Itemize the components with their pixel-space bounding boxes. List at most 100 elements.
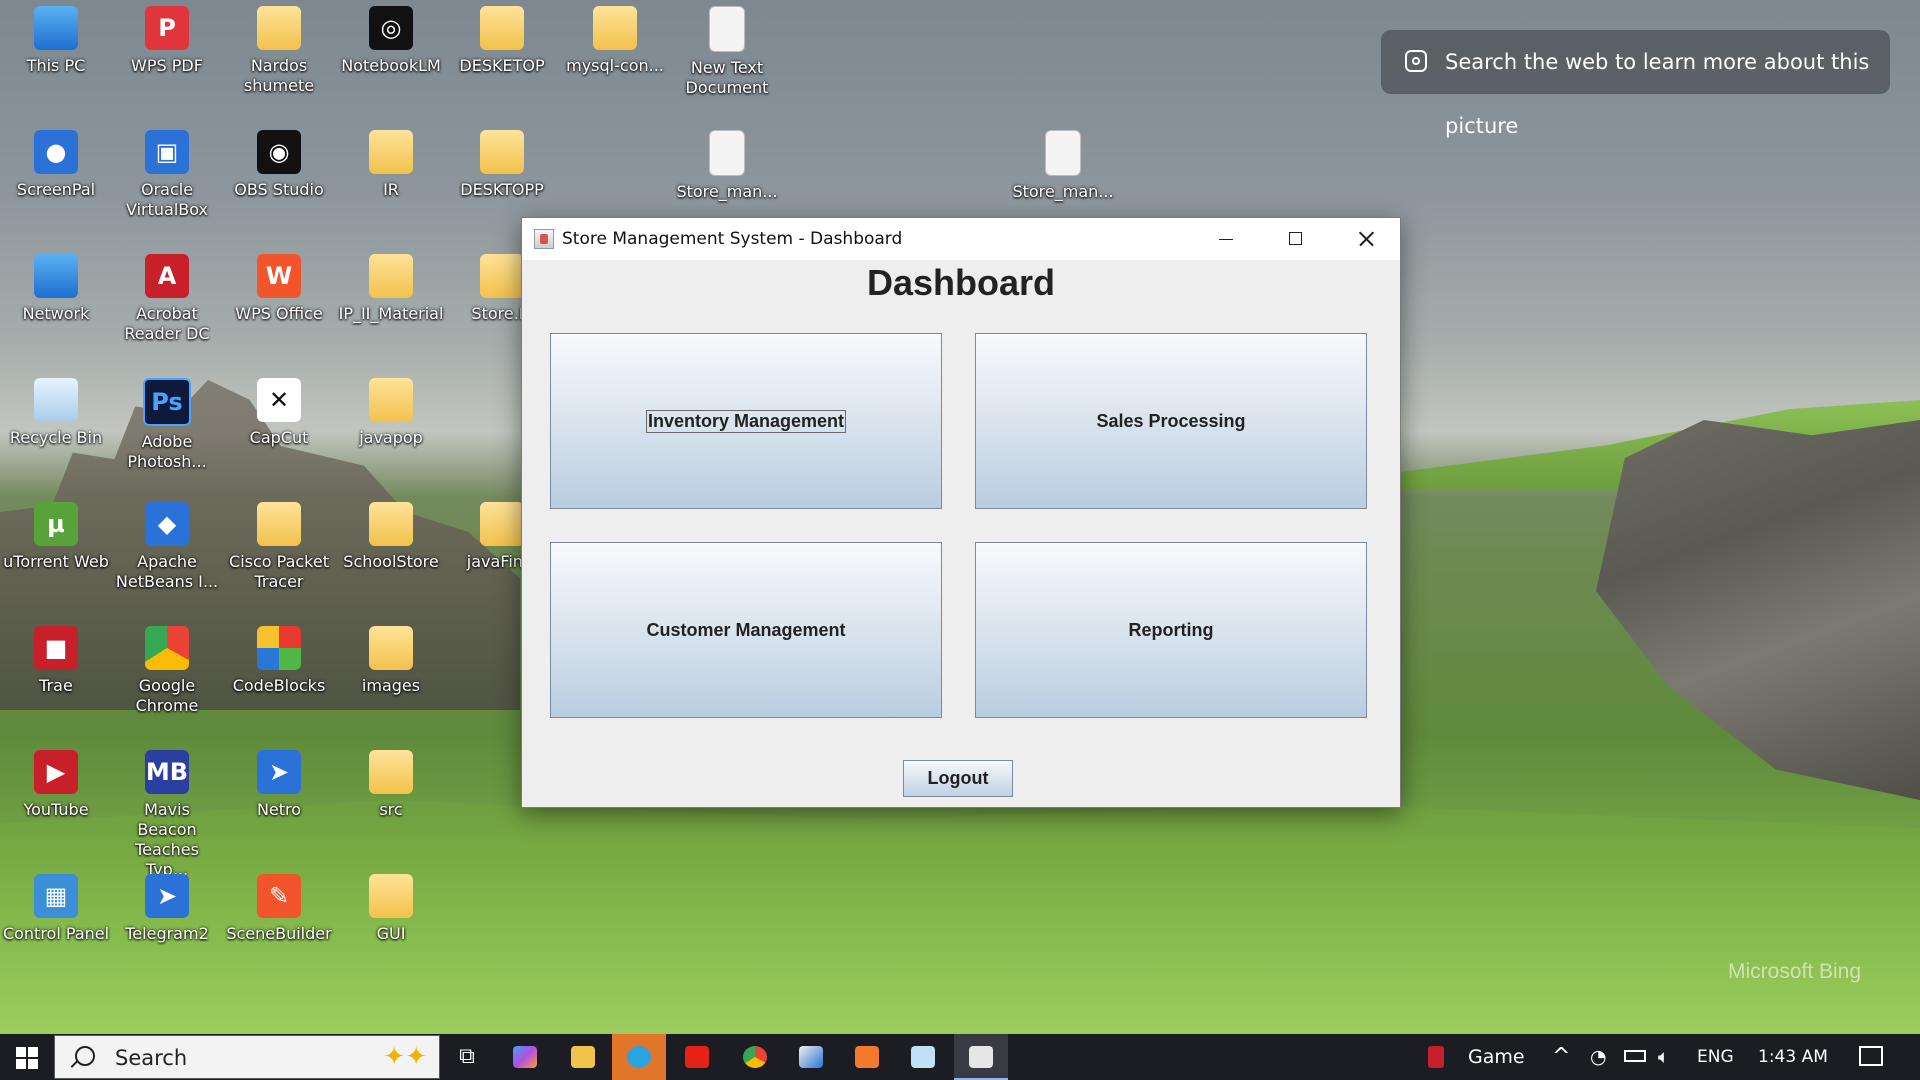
desktop-icon-new-text-document[interactable]: New Text Document bbox=[673, 2, 781, 98]
acrobat-icon: A bbox=[145, 254, 189, 298]
logout-button[interactable]: Logout bbox=[903, 760, 1013, 797]
sales-processing-button[interactable]: Sales Processing bbox=[975, 333, 1367, 509]
desktop-icon-cisco[interactable]: Cisco Packet Tracer bbox=[225, 498, 333, 592]
network-icon bbox=[34, 254, 78, 298]
desktop-icon-obs[interactable]: ◉ OBS Studio bbox=[225, 126, 333, 200]
visual-search-pill[interactable]: Search the web to learn more about this … bbox=[1381, 30, 1890, 138]
screenpal-icon: ● bbox=[34, 130, 78, 174]
close-button[interactable] bbox=[1330, 218, 1400, 260]
youtube-icon bbox=[685, 1046, 709, 1068]
desktop-icon-schoolstore[interactable]: SchoolStore bbox=[337, 498, 445, 572]
volume-icon[interactable]: 🔈︎ bbox=[1658, 1034, 1669, 1080]
desktop-icon-desktopp[interactable]: DESKTOPP bbox=[448, 126, 556, 200]
youtube-taskbar-button[interactable] bbox=[670, 1034, 724, 1080]
copilot-icon bbox=[513, 1046, 537, 1068]
customer-management-button[interactable]: Customer Management bbox=[550, 542, 942, 718]
folder-icon bbox=[369, 750, 413, 794]
inventory-management-button[interactable]: Inventory Management bbox=[550, 333, 942, 509]
chrome-icon bbox=[145, 626, 189, 670]
logout-label: Logout bbox=[927, 768, 989, 788]
desktop-icon-ir[interactable]: IR bbox=[337, 126, 445, 200]
folder-icon bbox=[369, 378, 413, 422]
desktop-icon-src[interactable]: src bbox=[337, 746, 445, 820]
notepad-taskbar-button[interactable] bbox=[896, 1034, 950, 1080]
desktop-icon-notebooklm[interactable]: ◎ NotebookLM bbox=[337, 2, 445, 76]
start-button[interactable] bbox=[0, 1034, 54, 1080]
desktop-icon-youtube[interactable]: ▶ YouTube bbox=[2, 746, 110, 820]
desktop-icon-control-panel[interactable]: ▦ Control Panel bbox=[2, 870, 110, 944]
text-file-icon bbox=[709, 6, 745, 52]
desktop-icon-netro[interactable]: ➤ Netro bbox=[225, 746, 333, 820]
desktop-icon-recycle-bin[interactable]: Recycle Bin bbox=[2, 374, 110, 448]
clock[interactable]: 1:43 AM bbox=[1758, 1034, 1828, 1080]
dashboard-heading: Dashboard bbox=[866, 262, 1056, 303]
taskbar: Search ✦✦ ⧉ Game ^ ◔ 🔈︎ ENG 1:43 AM bbox=[0, 1034, 1920, 1080]
telegram-taskbar-button[interactable] bbox=[612, 1034, 666, 1080]
task-view-icon: ⧉ bbox=[459, 1044, 475, 1069]
wifi-icon[interactable]: ◔ bbox=[1590, 1034, 1607, 1080]
nba-icon[interactable] bbox=[1428, 1046, 1444, 1068]
desktop-icon-gui[interactable]: GUI bbox=[337, 870, 445, 944]
desktop-icon-trae[interactable]: ■ Trae bbox=[2, 622, 110, 696]
desktop-icon-nardos[interactable]: Nardos shumete bbox=[225, 2, 333, 96]
desktop-icon-ip-material[interactable]: IP_II_Material bbox=[337, 250, 445, 324]
desktop-icon-codeblocks[interactable]: CodeBlocks bbox=[225, 622, 333, 696]
desktop-icon-store-man-1[interactable]: Store_man... bbox=[673, 126, 781, 202]
folder-icon bbox=[369, 626, 413, 670]
desktop-icon-this-pc[interactable]: This PC bbox=[2, 2, 110, 76]
desktop-icon-scenebuilder[interactable]: ✎ SceneBuilder bbox=[225, 870, 333, 944]
taskbar-search-box[interactable]: Search ✦✦ bbox=[54, 1035, 440, 1079]
show-hidden-icons-chevron[interactable]: ^ bbox=[1552, 1034, 1570, 1080]
desktop-icon-mavis-beacon[interactable]: MB Mavis Beacon Teaches Typ... bbox=[113, 746, 221, 880]
virtualbox-icon: ▣ bbox=[145, 130, 189, 174]
reporting-button[interactable]: Reporting bbox=[975, 542, 1367, 718]
tray-game-label[interactable]: Game bbox=[1468, 1034, 1525, 1080]
language-indicator[interactable]: ENG bbox=[1697, 1034, 1734, 1080]
copilot-taskbar-button[interactable] bbox=[498, 1034, 552, 1080]
desktop-icon-images[interactable]: images bbox=[337, 622, 445, 696]
wps-pdf-icon: P bbox=[145, 6, 189, 50]
task-view-button[interactable]: ⧉ bbox=[440, 1034, 494, 1080]
desktop-icon-chrome[interactable]: Google Chrome bbox=[113, 622, 221, 716]
folder-icon bbox=[480, 502, 524, 546]
file-explorer-taskbar-button[interactable] bbox=[556, 1034, 610, 1080]
window-titlebar[interactable]: Store Management System - Dashboard bbox=[522, 218, 1400, 260]
minimize-button[interactable] bbox=[1190, 218, 1260, 260]
bing-sparkle-icon: ✦✦ bbox=[383, 1042, 427, 1072]
text-file-icon bbox=[709, 130, 745, 176]
capcut-icon: ✕ bbox=[257, 378, 301, 422]
desktop-icon-store-man-2[interactable]: Store_man... bbox=[1009, 126, 1117, 202]
notification-icon[interactable] bbox=[1859, 1046, 1883, 1066]
desktop-icon-mysql[interactable]: mysql-con... bbox=[561, 2, 669, 76]
cliff-background bbox=[1596, 420, 1920, 800]
maximize-button[interactable] bbox=[1260, 218, 1330, 260]
codeblocks-icon bbox=[257, 626, 301, 670]
folder-icon bbox=[480, 254, 524, 298]
netbeans-icon: ◆ bbox=[145, 502, 189, 546]
battery-icon[interactable] bbox=[1624, 1050, 1646, 1062]
desktop-icon-netbeans[interactable]: ◆ Apache NetBeans I... bbox=[113, 498, 221, 592]
desktop-icon-telegram2[interactable]: ➤ Telegram2 bbox=[113, 870, 221, 944]
desktop-icon-desketop[interactable]: DESKETOP bbox=[448, 2, 556, 76]
desktop-icon-wps-pdf[interactable]: P WPS PDF bbox=[113, 2, 221, 76]
window-title: Store Management System - Dashboard bbox=[562, 229, 903, 249]
chrome-taskbar-button[interactable] bbox=[728, 1034, 782, 1080]
desktop-icon-virtualbox[interactable]: ▣ Oracle VirtualBox bbox=[113, 126, 221, 220]
mavis-beacon-icon: MB bbox=[145, 750, 189, 794]
java-app-taskbar-button[interactable] bbox=[954, 1034, 1008, 1080]
xampp-icon bbox=[855, 1046, 879, 1068]
desktop-icon-screenpal[interactable]: ● ScreenPal bbox=[2, 126, 110, 200]
netbeans-taskbar-button[interactable] bbox=[784, 1034, 838, 1080]
desktop-icon-photoshop[interactable]: Ps Adobe Photosh... bbox=[113, 374, 221, 472]
desktop-icon-capcut[interactable]: ✕ CapCut bbox=[225, 374, 333, 448]
xampp-taskbar-button[interactable] bbox=[840, 1034, 894, 1080]
folder-icon bbox=[480, 6, 524, 50]
desktop-icon-javapop[interactable]: javapop bbox=[337, 374, 445, 448]
desktop-icon-wps-office[interactable]: W WPS Office bbox=[225, 250, 333, 324]
telegram-icon: ➤ bbox=[257, 750, 301, 794]
file-explorer-icon bbox=[571, 1046, 595, 1068]
desktop-icon-utorrent[interactable]: µ uTorrent Web bbox=[2, 498, 110, 572]
desktop-icon-acrobat[interactable]: A Acrobat Reader DC bbox=[113, 250, 221, 344]
telegram-icon bbox=[627, 1046, 651, 1068]
desktop-icon-network[interactable]: Network bbox=[2, 250, 110, 324]
